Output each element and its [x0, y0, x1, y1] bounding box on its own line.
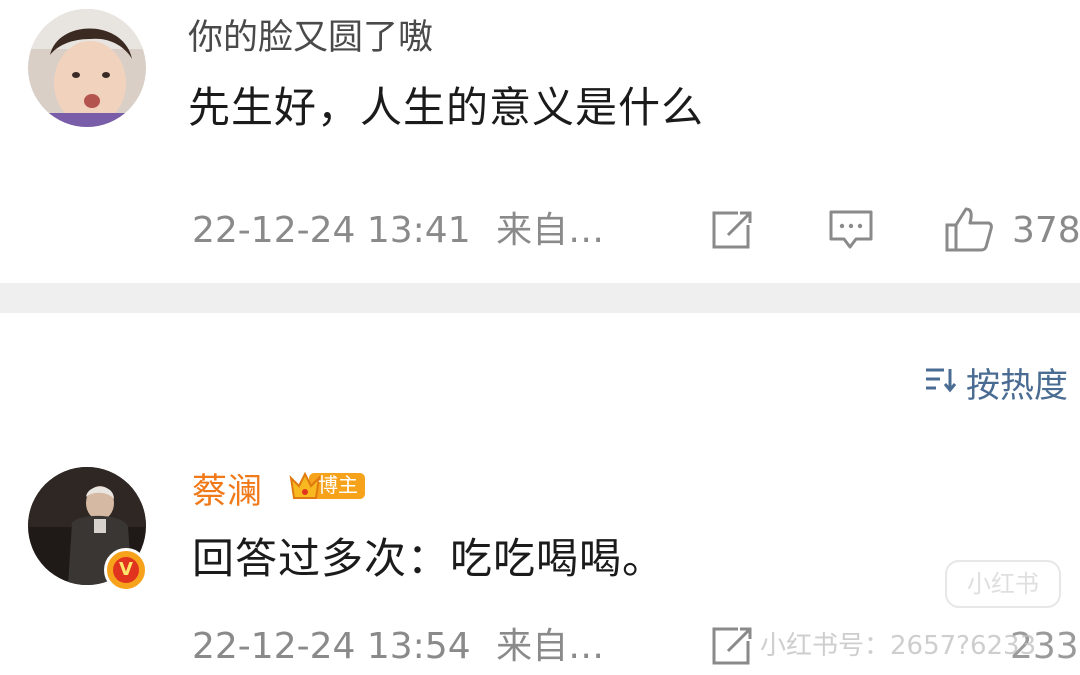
blogger-badge-label: 博主	[318, 473, 358, 497]
section-divider	[0, 283, 1080, 313]
comment-timestamp: 22-12-24 13:54 来自…	[192, 627, 604, 667]
sort-by-hot-button[interactable]: 按热度	[924, 360, 1068, 406]
comment-source: 来自…	[496, 626, 605, 667]
watermark-logo: 小红书	[945, 560, 1061, 608]
avatar[interactable]	[28, 9, 146, 127]
weibo-comment-screenshot: 你的脸又圆了嗷 先生好，人生的意义是什么 22-12-24 13:41 来自…	[0, 0, 1080, 675]
thumbs-up-icon[interactable]	[944, 205, 994, 253]
comment-timestamp: 22-12-24 13:41 来自…	[192, 211, 604, 251]
comment-text: 回答过多次：吃吃喝喝。	[192, 534, 666, 583]
like-count: 378	[1012, 210, 1080, 251]
sort-label: 按热度	[966, 365, 1068, 406]
comment-source: 来自…	[496, 210, 605, 251]
watermark-text: 小红书号：2657?6233	[760, 631, 1037, 661]
comment-time: 22-12-24 13:41	[192, 210, 471, 251]
verified-v-icon: V	[104, 548, 148, 592]
comment-username[interactable]: 你的脸又圆了嗷	[188, 18, 433, 58]
share-square-icon[interactable]	[708, 209, 754, 251]
comment-item-1: 你的脸又圆了嗷 先生好，人生的意义是什么 22-12-24 13:41 来自…	[0, 0, 1080, 283]
comment-bubble-icon[interactable]	[828, 209, 874, 251]
sort-lines-icon	[924, 362, 958, 402]
comment-text: 先生好，人生的意义是什么	[188, 83, 705, 132]
comment-time: 22-12-24 13:54	[192, 626, 471, 667]
child-avatar-image	[28, 9, 146, 127]
share-square-icon[interactable]	[708, 625, 754, 667]
comment-username[interactable]: 蔡澜	[192, 472, 262, 512]
